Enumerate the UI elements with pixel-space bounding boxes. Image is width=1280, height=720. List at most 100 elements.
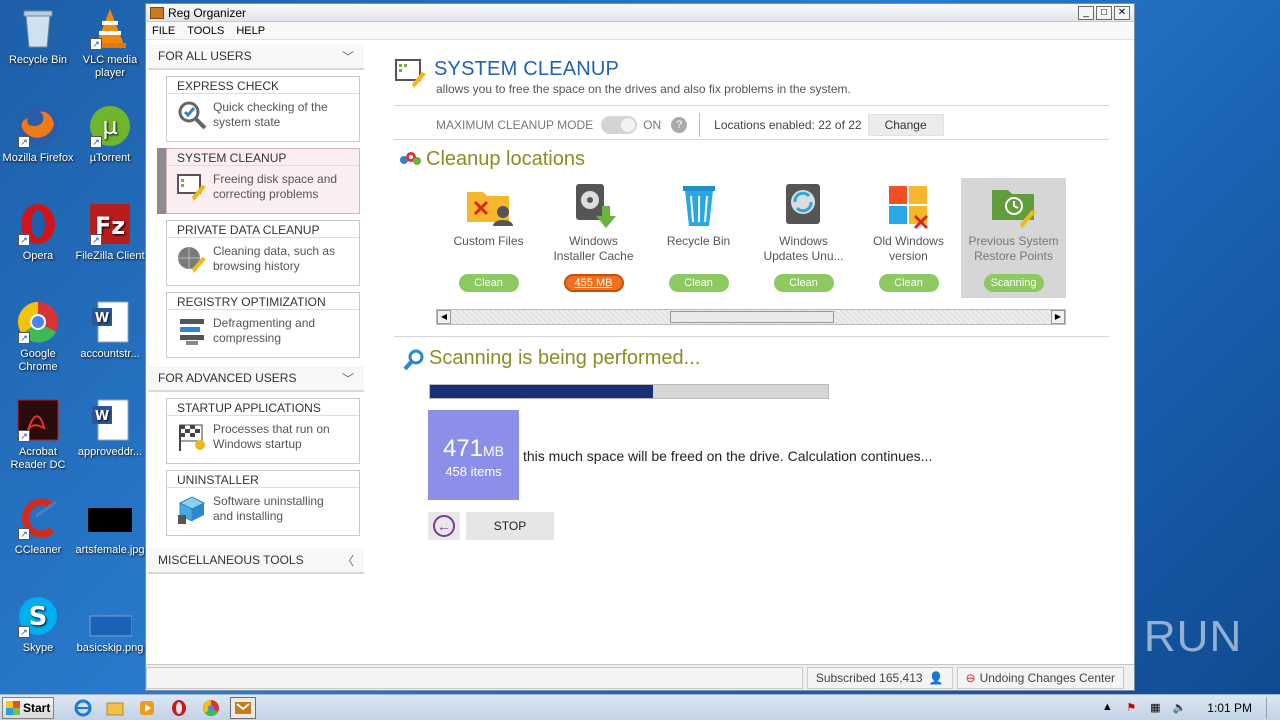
opera-taskbar-icon[interactable] xyxy=(166,697,192,719)
locations-enabled: Locations enabled: 22 of 22 xyxy=(714,118,862,132)
nav-startup-applications[interactable]: STARTUP APPLICATIONS Processes that run … xyxy=(166,398,360,464)
clock[interactable]: 1:01 PM xyxy=(1207,701,1252,715)
magnifier-check-icon xyxy=(175,98,209,132)
location-previous-restore-points[interactable]: Previous System Restore Points Scanning xyxy=(961,178,1066,298)
desktop-icon-image-jpg[interactable]: artsfemale.jpg xyxy=(72,496,148,557)
max-cleanup-toggle[interactable] xyxy=(601,116,638,134)
word-document-icon: W xyxy=(88,300,132,344)
change-button[interactable]: Change xyxy=(867,114,944,136)
tray-expand-icon[interactable]: ▲ xyxy=(1100,701,1114,715)
reg-organizer-taskbar-icon[interactable] xyxy=(230,696,256,719)
app-icon xyxy=(150,6,164,19)
action-center-flag-icon[interactable]: ⚑ xyxy=(1124,701,1138,715)
menu-tools[interactable]: TOOLS xyxy=(187,25,224,37)
desktop-icon-image-png[interactable]: basicskip.png xyxy=(72,594,148,655)
filezilla-icon: Fz ↗ xyxy=(88,202,132,246)
scroll-right-arrow-icon[interactable]: ▶ xyxy=(1051,310,1065,324)
cleanup-locations-title: Cleanup locations xyxy=(426,148,585,170)
updates-disk-icon xyxy=(778,180,830,232)
group-for-advanced-users[interactable]: FOR ADVANCED USERS ﹀ xyxy=(148,366,364,392)
cleanup-locations-list: Custom Files Clean Windows Installer Cach… xyxy=(436,178,1066,300)
nav-system-cleanup[interactable]: SYSTEM CLEANUP Freeing disk space and cor… xyxy=(157,148,360,214)
locations-scrollbar[interactable]: ◀ ▶ xyxy=(436,309,1066,325)
main-panel: SYSTEM CLEANUP allows you to free the sp… xyxy=(394,42,1114,664)
back-button[interactable]: ← xyxy=(428,512,460,540)
clean-button[interactable]: Clean xyxy=(878,274,939,292)
nav-express-check[interactable]: EXPRESS CHECK Quick checking of the syste… xyxy=(166,76,360,142)
desktop-icon-vlc[interactable]: ↗ VLC media player xyxy=(72,6,148,80)
desktop-icon-opera[interactable]: ↗ Opera xyxy=(0,202,76,263)
menu-file[interactable]: FILE xyxy=(152,25,175,37)
location-windows-installer-cache[interactable]: Windows Installer Cache 455 MB xyxy=(541,178,646,298)
chevron-down-icon: ﹀ xyxy=(341,49,354,64)
volume-icon[interactable]: 🔈 xyxy=(1172,701,1186,715)
desktop-icon-skype[interactable]: S ↗ Skype xyxy=(0,594,76,655)
desktop-icon-word-doc-1[interactable]: W accountstr... xyxy=(72,300,148,361)
image-thumbnail-icon xyxy=(88,594,132,638)
sidebar: FOR ALL USERS ﹀ EXPRESS CHECK Quick chec… xyxy=(146,42,366,664)
nav-private-data-cleanup[interactable]: PRIVATE DATA CLEANUP Cleaning data, such… xyxy=(166,220,360,286)
maximize-button[interactable]: □ xyxy=(1096,5,1112,20)
clean-button[interactable]: Clean xyxy=(458,274,519,292)
location-custom-files[interactable]: Custom Files Clean xyxy=(436,178,541,298)
folder-user-icon xyxy=(463,180,515,232)
start-button[interactable]: Start xyxy=(2,696,54,719)
desktop-icon-filezilla[interactable]: Fz ↗ FileZilla Client xyxy=(72,202,148,263)
location-windows-updates[interactable]: Windows Updates Unu... Clean xyxy=(751,178,856,298)
firefox-icon: ↗ xyxy=(16,104,60,148)
network-icon[interactable]: ▦ xyxy=(1148,701,1162,715)
stop-button[interactable]: STOP xyxy=(466,512,554,540)
menu-help[interactable]: HELP xyxy=(236,25,265,37)
group-for-all-users[interactable]: FOR ALL USERS ﹀ xyxy=(148,44,364,70)
scrollbar-thumb[interactable] xyxy=(670,311,834,323)
media-player-taskbar-icon[interactable] xyxy=(134,697,160,719)
installer-cache-size-button[interactable]: 455 MB xyxy=(563,274,624,292)
restore-points-folder-icon xyxy=(988,180,1040,232)
nav-uninstaller[interactable]: UNINSTALLER Software uninstalling and ins… xyxy=(166,470,360,536)
arrow-left-icon: ← xyxy=(433,515,455,537)
globe-broom-icon xyxy=(175,242,209,276)
desktop-icon-word-doc-2[interactable]: W approveddr... xyxy=(72,398,148,459)
clean-button[interactable]: Clean xyxy=(773,274,834,292)
reg-organizer-window: Reg Organizer _ □ ✕ FILE TOOLS HELP FOR … xyxy=(145,3,1135,691)
desktop-icon-ccleaner[interactable]: ↗ CCleaner xyxy=(0,496,76,557)
scanning-button[interactable]: Scanning xyxy=(983,274,1044,292)
system-tray: ▲ ⚑ ▦ 🔈 1:01 PM xyxy=(1095,696,1280,720)
close-button[interactable]: ✕ xyxy=(1114,5,1130,20)
mode-state: ON xyxy=(643,118,662,132)
page-title: SYSTEM CLEANUP xyxy=(434,58,620,80)
desktop-icon-firefox[interactable]: ↗ Mozilla Firefox xyxy=(0,104,76,165)
box-uninstall-icon xyxy=(175,492,209,526)
group-miscellaneous-tools[interactable]: MISCELLANEOUS TOOLS 〈 xyxy=(148,548,364,574)
desktop-icon-acrobat[interactable]: ↗ Acrobat Reader DC xyxy=(0,398,76,472)
utorrent-icon: µ ↗ xyxy=(88,104,132,148)
windows-flag-icon xyxy=(6,700,20,715)
chrome-taskbar-icon[interactable] xyxy=(198,697,224,719)
explorer-taskbar-icon[interactable] xyxy=(102,697,128,719)
skype-icon: S ↗ xyxy=(16,594,60,638)
freed-size: 471 xyxy=(442,435,484,462)
location-pins-icon xyxy=(398,150,422,174)
ccleaner-icon: ↗ xyxy=(16,496,60,540)
scan-status-title: Scanning is being performed... xyxy=(429,347,701,369)
desktop-icon-utorrent[interactable]: µ ↗ µTorrent xyxy=(72,104,148,165)
location-old-windows-version[interactable]: Old Windows version Clean xyxy=(856,178,961,298)
ie-taskbar-icon[interactable] xyxy=(70,697,96,719)
system-cleanup-icon xyxy=(175,170,209,204)
chevron-left-icon: 〈 xyxy=(341,553,354,568)
checkered-flag-icon xyxy=(175,420,209,454)
undoing-changes-center[interactable]: ⊖ Undoing Changes Center xyxy=(956,666,1124,689)
minimize-button[interactable]: _ xyxy=(1078,5,1094,20)
help-icon[interactable]: ? xyxy=(671,117,688,133)
subscribed-count[interactable]: Subscribed 165,413 👤 xyxy=(806,666,953,689)
show-desktop-button[interactable] xyxy=(1266,696,1280,719)
page-subtitle: allows you to free the space on the driv… xyxy=(436,82,851,96)
scroll-left-arrow-icon[interactable]: ◀ xyxy=(437,310,451,324)
divider xyxy=(394,105,1109,106)
location-recycle-bin[interactable]: Recycle Bin Clean xyxy=(646,178,751,298)
clean-button[interactable]: Clean xyxy=(668,274,729,292)
desktop-icon-chrome[interactable]: ↗ Google Chrome xyxy=(0,300,76,374)
menu-bar: FILE TOOLS HELP xyxy=(146,22,1134,40)
nav-registry-optimization[interactable]: REGISTRY OPTIMIZATION Defragmenting and c… xyxy=(166,292,360,358)
desktop-icon-recycle-bin[interactable]: Recycle Bin xyxy=(0,6,76,67)
